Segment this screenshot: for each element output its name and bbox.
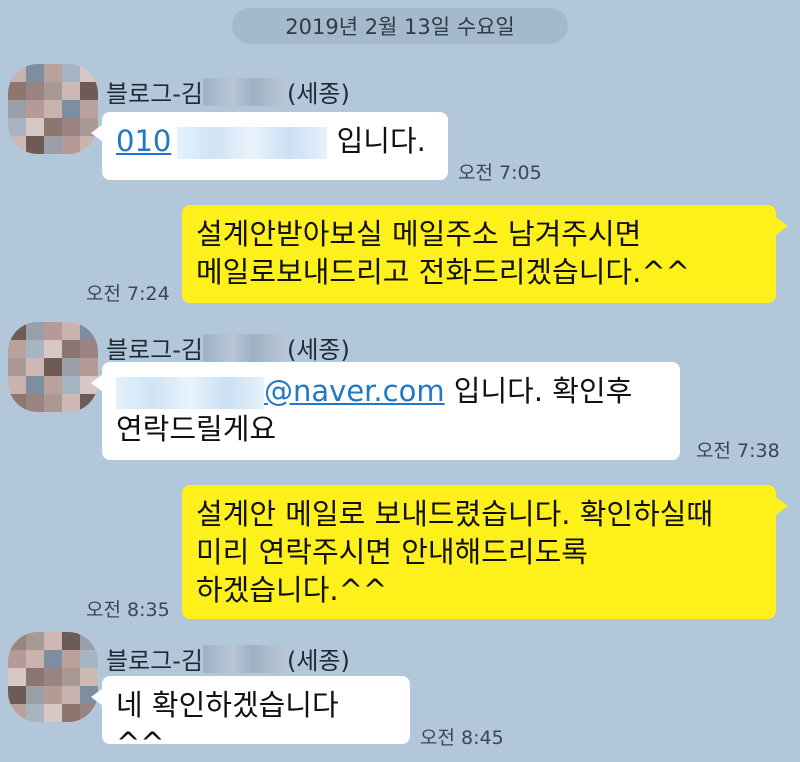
avatar-pixel bbox=[80, 668, 98, 686]
sender-name: 블로그-김 (세종) bbox=[106, 330, 350, 365]
avatar[interactable] bbox=[8, 632, 98, 722]
avatar-pixel bbox=[62, 100, 80, 118]
message-bubble[interactable]: 네 확인하겠습니다 ^^ bbox=[91, 676, 410, 760]
avatar-pixel bbox=[80, 632, 98, 650]
avatar-pixel bbox=[44, 136, 62, 154]
avatar-pixel bbox=[8, 340, 26, 358]
redacted-email bbox=[116, 377, 264, 409]
avatar-pixel bbox=[44, 632, 62, 650]
avatar-pixel bbox=[44, 340, 62, 358]
avatar-pixel bbox=[62, 394, 80, 412]
avatar-pixel bbox=[8, 376, 26, 394]
message-timestamp: 오전 7:24 bbox=[86, 283, 170, 305]
avatar-pixel bbox=[80, 100, 98, 118]
avatar-pixel bbox=[26, 668, 44, 686]
avatar-pixel bbox=[80, 394, 98, 412]
email-link[interactable]: @naver.com bbox=[264, 374, 445, 408]
avatar-pixel bbox=[44, 650, 62, 668]
avatar-pixel bbox=[62, 650, 80, 668]
avatar-pixel bbox=[26, 394, 44, 412]
avatar-pixel bbox=[8, 686, 26, 704]
avatar-pixel bbox=[8, 704, 26, 722]
avatar-pixel bbox=[44, 668, 62, 686]
avatar-pixel bbox=[8, 322, 26, 340]
avatar-pixel bbox=[62, 704, 80, 722]
sender-name: 블로그-김 (세종) bbox=[106, 74, 350, 109]
avatar-pixel bbox=[62, 340, 80, 358]
avatar-pixel bbox=[62, 358, 80, 376]
avatar-pixel bbox=[44, 704, 62, 722]
avatar-pixel bbox=[44, 686, 62, 704]
avatar-pixel bbox=[26, 650, 44, 668]
avatar-pixel bbox=[62, 322, 80, 340]
avatar-pixel bbox=[80, 704, 98, 722]
phone-link[interactable]: 010 bbox=[116, 124, 171, 158]
avatar-pixel bbox=[44, 64, 62, 82]
avatar-pixel bbox=[8, 358, 26, 376]
avatar-pixel bbox=[8, 118, 26, 136]
date-divider: 2019년 2월 13일 수요일 bbox=[232, 8, 568, 44]
avatar-pixel bbox=[26, 136, 44, 154]
avatar-pixel bbox=[8, 394, 26, 412]
avatar-pixel bbox=[8, 100, 26, 118]
avatar[interactable] bbox=[8, 322, 98, 412]
avatar-pixel bbox=[26, 322, 44, 340]
redacted-name bbox=[202, 644, 287, 673]
redacted-phone bbox=[177, 127, 328, 159]
avatar-pixel bbox=[8, 668, 26, 686]
avatar-pixel bbox=[8, 650, 26, 668]
avatar[interactable] bbox=[8, 64, 98, 154]
message-timestamp: 오전 8:35 bbox=[86, 599, 170, 621]
message-bubble[interactable]: @naver.com 입니다. 확인후 연락드릴게요 bbox=[91, 362, 680, 460]
avatar-pixel bbox=[80, 650, 98, 668]
avatar-pixel bbox=[26, 82, 44, 100]
redacted-name bbox=[202, 333, 287, 362]
avatar-pixel bbox=[62, 668, 80, 686]
avatar-pixel bbox=[8, 82, 26, 100]
avatar-pixel bbox=[80, 322, 98, 340]
avatar-pixel bbox=[62, 376, 80, 394]
avatar-pixel bbox=[26, 118, 44, 136]
avatar-pixel bbox=[62, 118, 80, 136]
avatar-pixel bbox=[26, 340, 44, 358]
avatar-pixel bbox=[44, 376, 62, 394]
message-timestamp: 오전 7:05 bbox=[458, 162, 542, 184]
message-bubble[interactable]: 설계안 메일로 보내드렸습니다. 확인하실때 미리 연락주시면 안내해드리도록 … bbox=[182, 485, 788, 619]
avatar-pixel bbox=[80, 82, 98, 100]
avatar-pixel bbox=[44, 358, 62, 376]
message-bubble[interactable]: 설계안받아보실 메일주소 남겨주시면 메일로보내드리고 전화드리겠습니다.^^ bbox=[182, 205, 788, 303]
sender-name: 블로그-김 (세종) bbox=[106, 641, 350, 676]
avatar-pixel bbox=[44, 322, 62, 340]
avatar-pixel bbox=[44, 118, 62, 136]
avatar-pixel bbox=[44, 82, 62, 100]
avatar-pixel bbox=[62, 82, 80, 100]
avatar-pixel bbox=[26, 704, 44, 722]
avatar-pixel bbox=[8, 632, 26, 650]
avatar-pixel bbox=[26, 686, 44, 704]
message-bubble[interactable]: 010 입니다. bbox=[91, 112, 448, 180]
avatar-pixel bbox=[8, 136, 26, 154]
avatar-pixel bbox=[62, 64, 80, 82]
redacted-name bbox=[202, 77, 287, 106]
avatar-pixel bbox=[62, 632, 80, 650]
avatar-pixel bbox=[26, 376, 44, 394]
avatar-pixel bbox=[80, 64, 98, 82]
avatar-pixel bbox=[80, 340, 98, 358]
avatar-pixel bbox=[26, 358, 44, 376]
avatar-pixel bbox=[62, 136, 80, 154]
avatar-pixel bbox=[26, 100, 44, 118]
avatar-pixel bbox=[44, 394, 62, 412]
avatar-pixel bbox=[26, 632, 44, 650]
avatar-pixel bbox=[8, 64, 26, 82]
avatar-pixel bbox=[62, 686, 80, 704]
message-timestamp: 오전 7:38 bbox=[696, 440, 780, 462]
message-timestamp: 오전 8:45 bbox=[420, 727, 504, 749]
avatar-pixel bbox=[44, 100, 62, 118]
avatar-pixel bbox=[26, 64, 44, 82]
date-divider-label: 2019년 2월 13일 수요일 bbox=[285, 15, 515, 39]
